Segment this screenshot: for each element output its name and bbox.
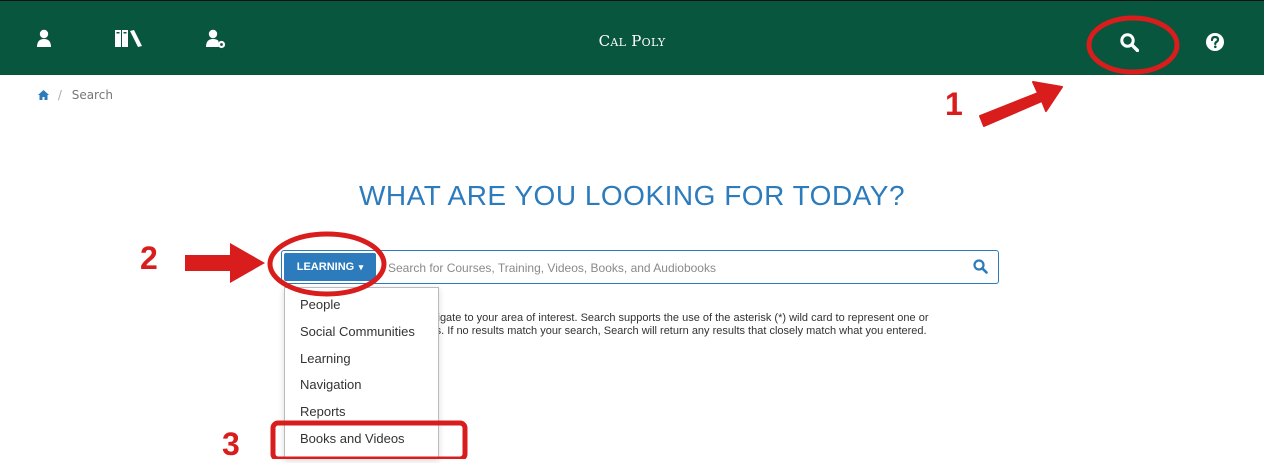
annotation-circle-search: [1086, 15, 1180, 75]
annotation-box-books-videos: [270, 420, 468, 459]
annotation-arrow-1: [979, 81, 1063, 127]
annotation-overlay: [185, 15, 1180, 459]
annotation-circle-category: [267, 231, 387, 297]
annotation-arrow-2: [185, 243, 265, 283]
annotation-number-3: 3: [222, 426, 240, 462]
annotation-number-1: 1: [945, 86, 963, 122]
annotation-number-2: 2: [140, 240, 158, 276]
